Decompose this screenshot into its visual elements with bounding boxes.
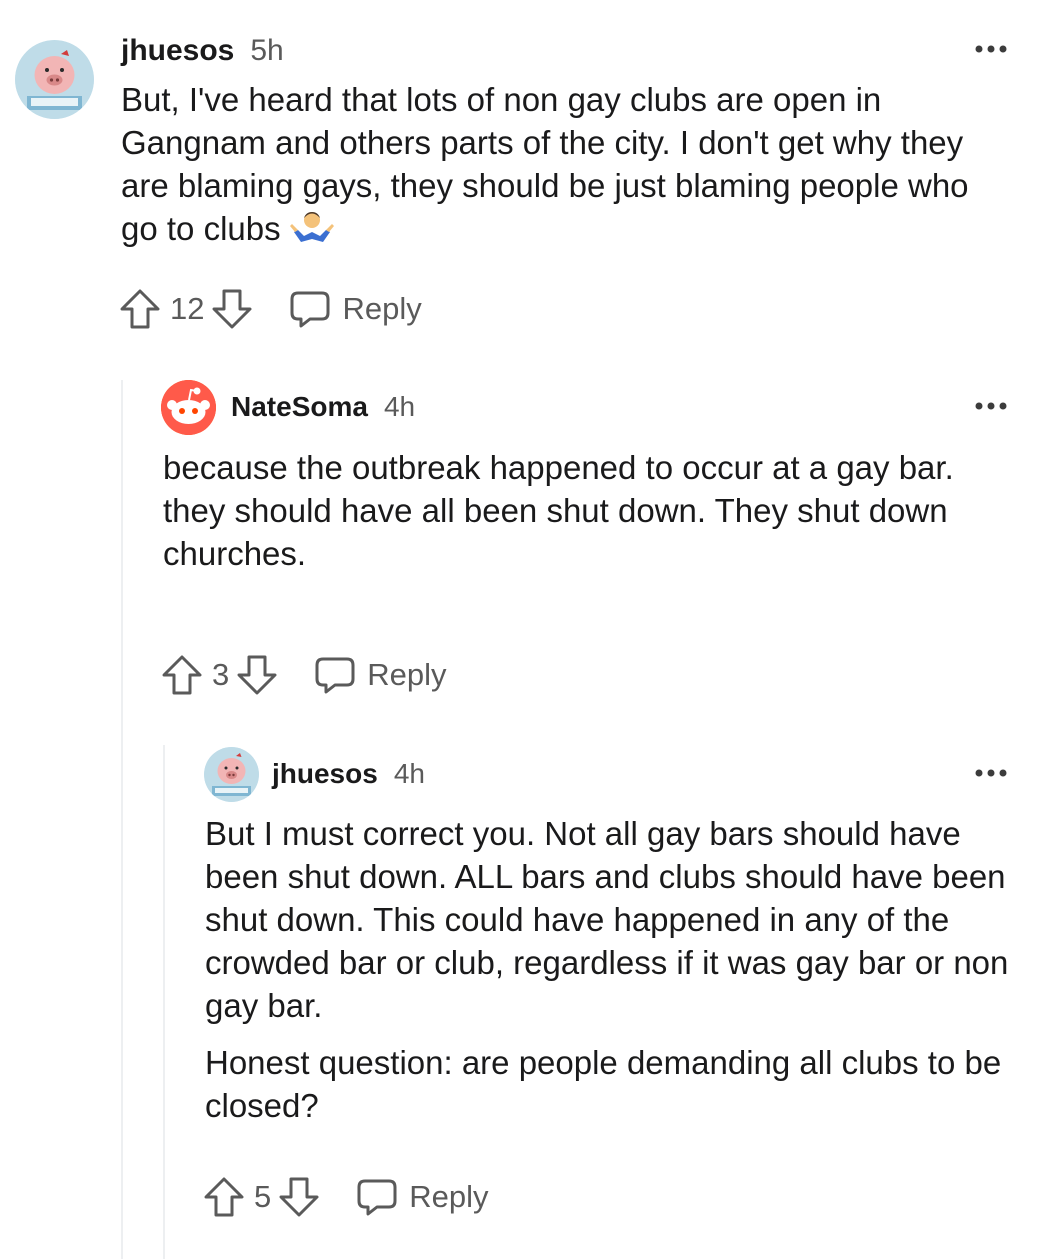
ellipsis-icon xyxy=(975,769,1007,777)
upvote-arrow-icon[interactable] xyxy=(202,1175,246,1219)
username[interactable]: jhuesos xyxy=(272,758,378,789)
avatar[interactable] xyxy=(204,747,259,802)
vote-count: 5 xyxy=(254,1179,272,1214)
comment-actions: 5 Reply xyxy=(202,1175,489,1219)
reply-label: Reply xyxy=(409,1179,489,1214)
comment-body: But I must correct you. Not all gay bars… xyxy=(205,812,1020,1127)
downvote-arrow-icon[interactable] xyxy=(277,1175,321,1219)
more-options-button[interactable] xyxy=(974,764,1008,778)
comment-paragraph: But I must correct you. Not all gay bars… xyxy=(205,815,1009,1024)
pig-avatar-icon xyxy=(204,747,259,802)
comment-header: jhuesos 4h xyxy=(272,758,425,790)
comment-3: jhuesos 4h But I must correct you. Not al… xyxy=(0,0,1052,1259)
reply-button[interactable]: Reply xyxy=(355,1177,489,1217)
speech-bubble-icon xyxy=(357,1179,397,1216)
timestamp: 4h xyxy=(393,758,425,789)
comment-paragraph: Honest question: are people demanding al… xyxy=(205,1044,1002,1124)
